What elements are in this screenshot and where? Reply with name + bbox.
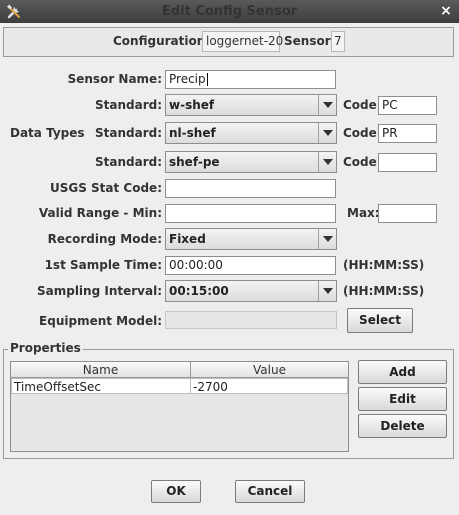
sampling-interval-select[interactable]: 00:15:00 <box>165 280 337 302</box>
chevron-down-icon <box>318 281 336 301</box>
close-button[interactable]: × <box>437 2 455 20</box>
usgs-stat-code-input[interactable] <box>165 179 336 198</box>
valid-range-max-input[interactable] <box>378 204 437 223</box>
time-format-hint: (HH:MM:SS) <box>343 258 425 272</box>
standard-select-3[interactable]: shef-pe <box>165 151 337 173</box>
chevron-down-icon <box>318 229 336 249</box>
column-header-value[interactable]: Value <box>191 362 348 378</box>
code-input-1[interactable]: PC <box>378 96 437 115</box>
recording-mode-label: Recording Mode: <box>47 232 162 246</box>
window-title: Edit Config Sensor <box>161 4 298 19</box>
configuration-value: loggernet-20 <box>202 31 283 52</box>
select-button[interactable]: Select <box>347 308 413 333</box>
sampling-interval-value: 00:15:00 <box>169 284 229 298</box>
sensor-value: 7 <box>331 31 345 52</box>
chevron-down-icon <box>318 95 336 115</box>
chevron-down-icon <box>318 123 336 143</box>
table-cell-value[interactable]: -2700 <box>190 378 348 394</box>
cancel-button[interactable]: Cancel <box>235 480 305 503</box>
usgs-stat-code-label: USGS Stat Code: <box>49 181 162 195</box>
properties-table[interactable]: Name Value TimeOffsetSec -2700 <box>10 361 349 452</box>
standard-select-3-value: shef-pe <box>169 155 220 169</box>
equipment-model-input <box>165 311 337 329</box>
time-format-hint-2: (HH:MM:SS) <box>343 284 425 298</box>
code-label-2: Code: <box>343 126 382 140</box>
recording-mode-value: Fixed <box>169 232 206 246</box>
standard-select-2-value: nl-shef <box>169 126 216 140</box>
sensor-name-input[interactable]: Precip <box>165 70 336 89</box>
standard-label-1: Standard: <box>94 98 162 112</box>
standard-label-3: Standard: <box>94 155 162 169</box>
chevron-down-icon <box>318 152 336 172</box>
first-sample-time-input[interactable]: 00:00:00 <box>165 256 336 275</box>
sensor-label: Sensor: <box>284 34 336 48</box>
properties-legend: Properties <box>8 341 83 355</box>
delete-button[interactable]: Delete <box>358 414 447 438</box>
ok-button[interactable]: OK <box>151 480 201 503</box>
sensor-name-label: Sensor Name: <box>67 72 162 86</box>
code-input-3[interactable] <box>378 153 437 172</box>
standard-select-1-value: w-shef <box>169 98 215 112</box>
sampling-interval-label: Sampling Interval: <box>36 284 162 298</box>
standard-select-2[interactable]: nl-shef <box>165 122 337 144</box>
standard-select-1[interactable]: w-shef <box>165 94 337 116</box>
code-label-3: Code: <box>343 155 382 169</box>
valid-range-min-input[interactable] <box>165 204 336 223</box>
valid-range-max-label: Max: <box>347 206 380 220</box>
add-button[interactable]: Add <box>358 360 447 384</box>
first-sample-time-label: 1st Sample Time: <box>44 258 162 272</box>
standard-label-2: Standard: <box>94 126 162 140</box>
recording-mode-select[interactable]: Fixed <box>165 228 337 250</box>
equipment-model-label: Equipment Model: <box>39 314 162 328</box>
code-label-1: Code: <box>343 98 382 112</box>
configuration-label: Configuration: <box>113 34 211 48</box>
edit-button[interactable]: Edit <box>358 387 447 411</box>
table-cell-name[interactable]: TimeOffsetSec <box>11 378 191 394</box>
code-input-2[interactable]: PR <box>378 124 437 143</box>
valid-range-min-label: Valid Range - Min: <box>38 206 162 220</box>
column-header-name[interactable]: Name <box>11 362 191 378</box>
